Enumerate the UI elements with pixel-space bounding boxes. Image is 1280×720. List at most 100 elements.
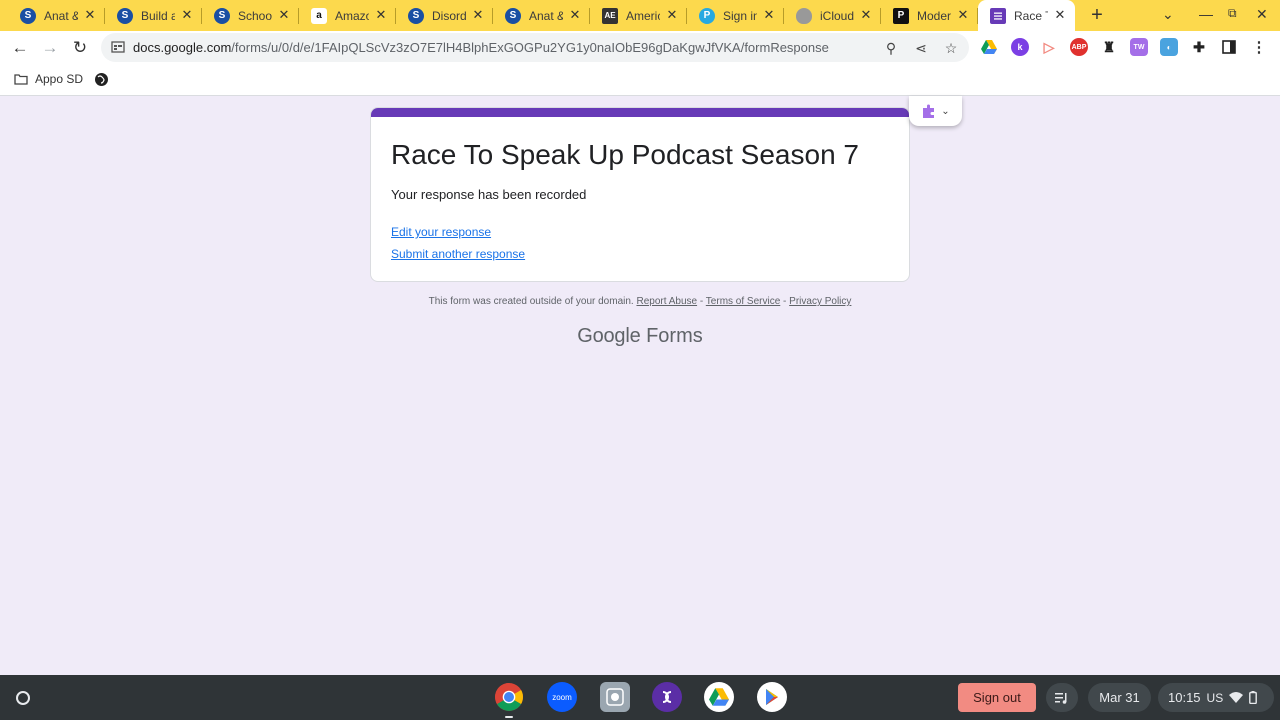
close-window-icon[interactable]: ✕: [1256, 6, 1268, 23]
zoom-app-icon[interactable]: zoom: [547, 682, 577, 712]
tab-title: Anat &: [529, 8, 563, 23]
tab-title: Anat &: [44, 8, 78, 23]
wifi-icon: [1229, 692, 1244, 703]
edit-response-link[interactable]: Edit your response: [391, 225, 491, 239]
chrome-app[interactable]: [494, 682, 524, 712]
address-bar[interactable]: docs.google.com/forms/u/0/d/e/1FAIpQLScV…: [101, 33, 969, 62]
reload-icon[interactable]: ↻: [69, 37, 91, 59]
tab-title: School: [238, 8, 272, 23]
status-tray[interactable]: 10:15 US: [1158, 683, 1274, 712]
chrome-icon: [495, 683, 523, 711]
tab-favicon-icon: S: [117, 7, 133, 24]
puzzle-extension-icon: [923, 104, 935, 118]
apple-icon: [796, 7, 812, 24]
globe-icon: [95, 73, 108, 86]
browser-toolbar: ← → ↻ docs.google.com/forms/u/0/d/e/1FAI…: [0, 31, 1280, 64]
back-icon[interactable]: ←: [9, 37, 31, 59]
tab-title: Build a: [141, 8, 175, 23]
play-store-app-icon[interactable]: [757, 682, 787, 712]
date-tray[interactable]: Mar 31: [1088, 683, 1151, 712]
share-icon[interactable]: ⋖: [912, 39, 930, 57]
tab-6[interactable]: AE Americ ✕: [590, 0, 687, 31]
tab-favicon-icon: S: [408, 7, 424, 24]
chevron-down-icon: ⌄: [941, 105, 950, 117]
minimize-icon[interactable]: —: [1199, 6, 1213, 22]
sign-out-button[interactable]: Sign out: [958, 683, 1036, 712]
translate-extension-icon[interactable]: ◐: [1160, 38, 1178, 56]
spy-extension-icon[interactable]: ♜: [1100, 38, 1118, 56]
url-domain: docs.google.com: [133, 40, 232, 55]
tab-search-icon[interactable]: ⌄: [1162, 6, 1174, 23]
media-controls-button[interactable]: [1046, 683, 1078, 712]
close-icon[interactable]: ✕: [762, 8, 776, 22]
domain-note: This form was created outside of your do…: [428, 296, 634, 307]
close-icon[interactable]: ✕: [1053, 8, 1067, 22]
screen-capture-app-icon[interactable]: [600, 682, 630, 712]
close-icon[interactable]: ✕: [568, 8, 582, 22]
close-icon[interactable]: ✕: [83, 8, 97, 22]
form-accent-stripe: [371, 108, 909, 117]
forward-icon[interactable]: →: [39, 37, 61, 59]
amazon-icon: a: [311, 7, 327, 24]
tab-favicon-icon: S: [505, 7, 521, 24]
tab-title: Race T: [1014, 8, 1048, 23]
tab-8[interactable]: iCloud ✕: [784, 0, 881, 31]
close-icon[interactable]: ✕: [665, 8, 679, 22]
zoom-icon[interactable]: ⚲: [882, 39, 900, 57]
url-text: docs.google.com/forms/u/0/d/e/1FAIpQLScV…: [133, 40, 829, 55]
tab-title: Sign in: [723, 8, 757, 23]
form-footer-note: This form was created outside of your do…: [0, 296, 1280, 307]
tab-10-active[interactable]: Race T ✕: [978, 0, 1075, 31]
launcher-button[interactable]: [10, 685, 36, 711]
new-tab-button[interactable]: +: [1086, 4, 1108, 26]
tab-2[interactable]: S School ✕: [202, 0, 299, 31]
folder-icon: [14, 74, 28, 85]
bookmark-globe[interactable]: [94, 72, 109, 87]
extensions-puzzle-icon[interactable]: ✚: [1190, 38, 1208, 56]
tab-0[interactable]: S Anat & ✕: [8, 0, 105, 31]
app-s-icon[interactable]: [652, 682, 682, 712]
close-icon[interactable]: ✕: [471, 8, 485, 22]
restore-icon[interactable]: ⧉: [1228, 6, 1237, 21]
side-panel-icon[interactable]: [1220, 38, 1238, 56]
report-abuse-link[interactable]: Report Abuse: [636, 296, 697, 307]
menu-kebab-icon[interactable]: ⋮: [1250, 38, 1268, 56]
tab-4[interactable]: S Disorde ✕: [396, 0, 493, 31]
close-icon[interactable]: ✕: [374, 8, 388, 22]
google-drive-icon[interactable]: [980, 38, 998, 56]
playlist-icon: [1055, 692, 1067, 704]
tab-1[interactable]: S Build a ✕: [105, 0, 202, 31]
site-info-icon[interactable]: [111, 40, 125, 54]
tab-9[interactable]: P Moder ✕: [881, 0, 978, 31]
close-icon[interactable]: ✕: [277, 8, 291, 22]
tab-5[interactable]: S Anat & ✕: [493, 0, 590, 31]
tab-title: Americ: [626, 8, 660, 23]
record-extension-icon[interactable]: ▷: [1040, 38, 1058, 56]
confirmation-message: Your response has been recorded: [391, 187, 587, 202]
tab-favicon-icon: S: [20, 7, 36, 24]
bookmark-folder-appo-sd[interactable]: Appo SD: [14, 72, 83, 86]
k-extension-icon[interactable]: k: [1011, 38, 1029, 56]
tab-title: Moder: [917, 8, 951, 23]
close-icon[interactable]: ✕: [180, 8, 194, 22]
bookmark-star-icon[interactable]: ☆: [942, 39, 960, 57]
close-icon[interactable]: ✕: [956, 8, 970, 22]
tab-favicon-icon: P: [699, 7, 715, 24]
tab-favicon-icon: S: [214, 7, 230, 24]
chromeos-shelf: zoom Sign out Mar 31 10:15 US: [0, 675, 1280, 720]
tab-7[interactable]: P Sign in ✕: [687, 0, 784, 31]
close-icon[interactable]: ✕: [859, 8, 873, 22]
google-forms-icon: [990, 7, 1006, 24]
tab-strip: S Anat & ✕ S Build a ✕ S School ✕ a Amaz…: [0, 0, 1280, 31]
google-forms-logo[interactable]: Google Forms: [0, 325, 1280, 348]
submit-another-link[interactable]: Submit another response: [391, 247, 525, 261]
google-drive-app-icon[interactable]: [704, 682, 734, 712]
privacy-policy-link[interactable]: Privacy Policy: [789, 296, 851, 307]
extension-popup-tab[interactable]: ⌄: [909, 96, 962, 126]
tab-3[interactable]: a Amazo ✕: [299, 0, 396, 31]
adblock-icon[interactable]: ABP: [1070, 38, 1088, 56]
tab-favicon-icon: AE: [602, 7, 618, 24]
puzzle-tw-icon[interactable]: TW: [1130, 38, 1148, 56]
tab-title: Disorde: [432, 8, 466, 23]
terms-of-service-link[interactable]: Terms of Service: [706, 296, 780, 307]
